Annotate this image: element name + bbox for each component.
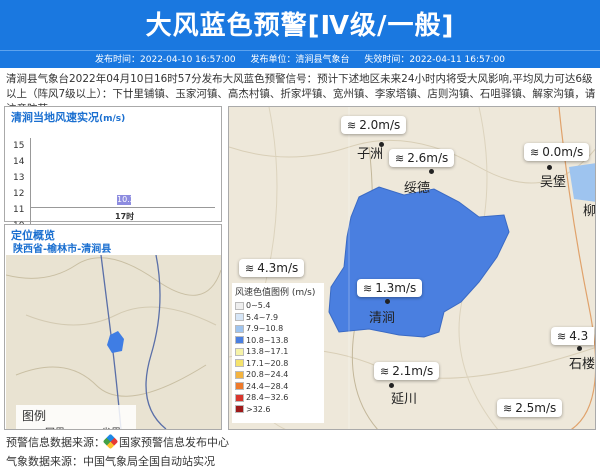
location-panel: 定位概览 陕西省-榆林市-清涧县 图例 国界 省界	[4, 224, 222, 430]
y-tick: 15	[13, 141, 25, 151]
wind-icon: ≋	[395, 152, 405, 165]
wind-callout-wubu[interactable]: ≋ 0.0m/s	[524, 143, 590, 161]
wind-legend-item: 24.4~28.4	[235, 381, 321, 393]
warning-source-line: 预警信息数据来源： 国家预警信息发布中心	[6, 433, 229, 450]
y-tick: 14	[13, 157, 25, 167]
city-dot	[577, 346, 582, 351]
city-dot	[379, 142, 384, 147]
legend-swatch	[235, 336, 244, 344]
legend-swatch	[235, 405, 244, 413]
wind-legend-item: 0~5.4	[235, 300, 321, 312]
wind-legend-item: 28.4~32.6	[235, 392, 321, 404]
wind-legend-item: 17.1~20.8	[235, 358, 321, 370]
legend-items: 国界 省界	[22, 424, 130, 429]
y-tick: 13	[13, 173, 25, 183]
wind-legend-item: 10.8~13.8	[235, 335, 321, 347]
wind-speed-legend: 风速色值图例 (m/s) 0~5.4 5.4~7.9 7.9~10.8 10.8…	[232, 283, 324, 423]
city-dot	[385, 299, 390, 304]
expire-time: 失效时间：2022-04-11 16:57:00	[364, 55, 505, 65]
city-label: 石楼	[569, 357, 596, 372]
city-label: 延川	[391, 392, 418, 407]
y-axis	[30, 138, 31, 229]
location-path: 陕西省-榆林市-清涧县	[13, 244, 112, 255]
wind-data-point: 10.2	[117, 195, 135, 205]
legend-swatch	[235, 382, 244, 390]
legend-swatch	[235, 359, 244, 367]
wind-icon: ≋	[347, 119, 357, 132]
publish-unit: 发布单位：清涧县气象台	[250, 55, 350, 65]
overview-map-graphic	[6, 255, 221, 429]
legend-title: 图例	[22, 409, 47, 423]
wind-callout-suide[interactable]: ≋ 2.6m/s	[389, 149, 455, 167]
city-label: 吴堡	[540, 175, 567, 190]
wind-icon: ≋	[380, 365, 390, 378]
wind-icon: ≋	[245, 262, 255, 275]
wind-callout-west[interactable]: ≋ 4.3m/s	[239, 259, 305, 277]
y-tick: 11	[13, 205, 25, 215]
city-dot	[389, 383, 394, 388]
city-label: 清涧	[369, 311, 396, 326]
x-tick: 17时	[115, 212, 135, 221]
map-legend: 图例 国界 省界	[16, 405, 136, 429]
legend-swatch	[235, 393, 244, 402]
wind-panel-title: 清涧当地风速实况(m/s)	[11, 111, 126, 124]
wind-speed-panel: 清涧当地风速实况(m/s) 15 14 13 12 11 10 10.2 17时	[4, 106, 222, 231]
source-logo-icon	[102, 433, 119, 450]
wind-legend-item: >32.6	[235, 404, 321, 416]
warning-info-bar: 发布时间：2022-04-10 16:57:00 发布单位：清涧县气象台 失效时…	[0, 50, 600, 68]
wind-icon: ≋	[530, 146, 540, 159]
legend-swatch	[235, 370, 244, 379]
wind-callout-southeast[interactable]: ≋ 2.5m/s	[497, 399, 563, 417]
city-label: 绥德	[404, 181, 431, 196]
city-label: 柳	[583, 204, 596, 219]
legend-swatch	[235, 347, 244, 356]
wind-legend-item: 7.9~10.8	[235, 323, 321, 335]
weather-source-line: 气象数据来源：中国气象局全国自动站实况	[6, 455, 215, 468]
wind-legend-item: 5.4~7.9	[235, 312, 321, 324]
publish-time: 发布时间：2022-04-10 16:57:00	[95, 55, 236, 65]
x-axis	[30, 207, 215, 208]
wind-legend-item: 20.8~24.4	[235, 369, 321, 381]
wind-icon: ≋	[363, 282, 373, 295]
legend-swatch	[235, 313, 244, 321]
wind-callout-zizhou[interactable]: ≋ 2.0m/s	[341, 116, 407, 134]
wind-callout-yanchuan[interactable]: ≋ 2.1m/s	[374, 362, 440, 380]
warning-header: 大风蓝色预警[Ⅳ级/一般]	[0, 0, 600, 50]
y-tick: 12	[13, 189, 25, 199]
wind-callout-qingjian[interactable]: ≋ 1.3m/s	[357, 279, 423, 297]
warning-title: 大风蓝色预警[Ⅳ级/一般]	[145, 11, 455, 41]
city-dot	[429, 169, 434, 174]
legend-swatch	[235, 301, 244, 310]
wind-legend-item: 13.8~17.1	[235, 346, 321, 358]
wind-legend-title: 风速色值图例 (m/s)	[235, 288, 316, 298]
wind-icon: ≋	[503, 402, 513, 415]
location-overview-map[interactable]: 图例 国界 省界	[6, 255, 221, 429]
legend-swatch	[235, 324, 244, 333]
wind-callout-shilou[interactable]: ≋ 4.3	[551, 327, 595, 345]
city-dot	[547, 165, 552, 170]
wind-icon: ≋	[557, 330, 567, 343]
